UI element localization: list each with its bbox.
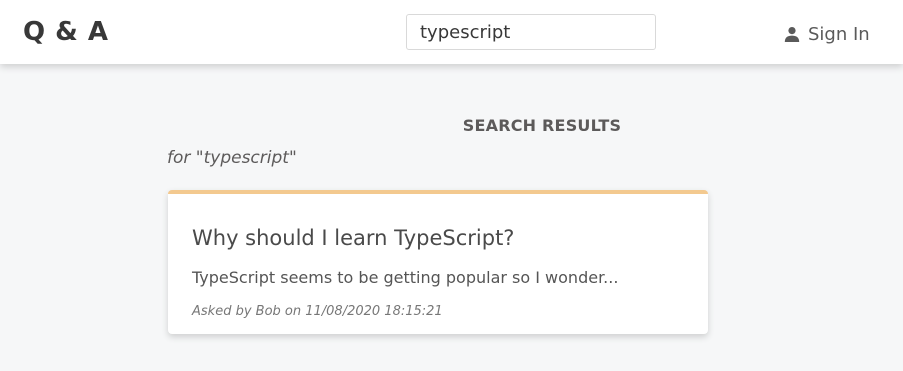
results-card: Why should I learn TypeScript? TypeScrip… [168,190,708,334]
question-title-link[interactable]: Why should I learn TypeScript? [192,226,514,250]
search-criteria: for "typescript" [167,148,297,168]
sign-in-label: Sign In [808,23,870,45]
question-meta: Asked by Bob on 11/08/2020 18:15:21 [192,304,443,319]
search-input[interactable] [406,14,656,50]
app-title-link[interactable]: Q & A [23,17,109,47]
user-icon [784,26,800,42]
sign-in-button[interactable]: Sign In [780,20,874,48]
page-title: SEARCH RESULTS [462,116,622,135]
question-content: TypeScript seems to be getting popular s… [192,268,619,287]
app-header: Q & A Sign In [0,0,903,64]
